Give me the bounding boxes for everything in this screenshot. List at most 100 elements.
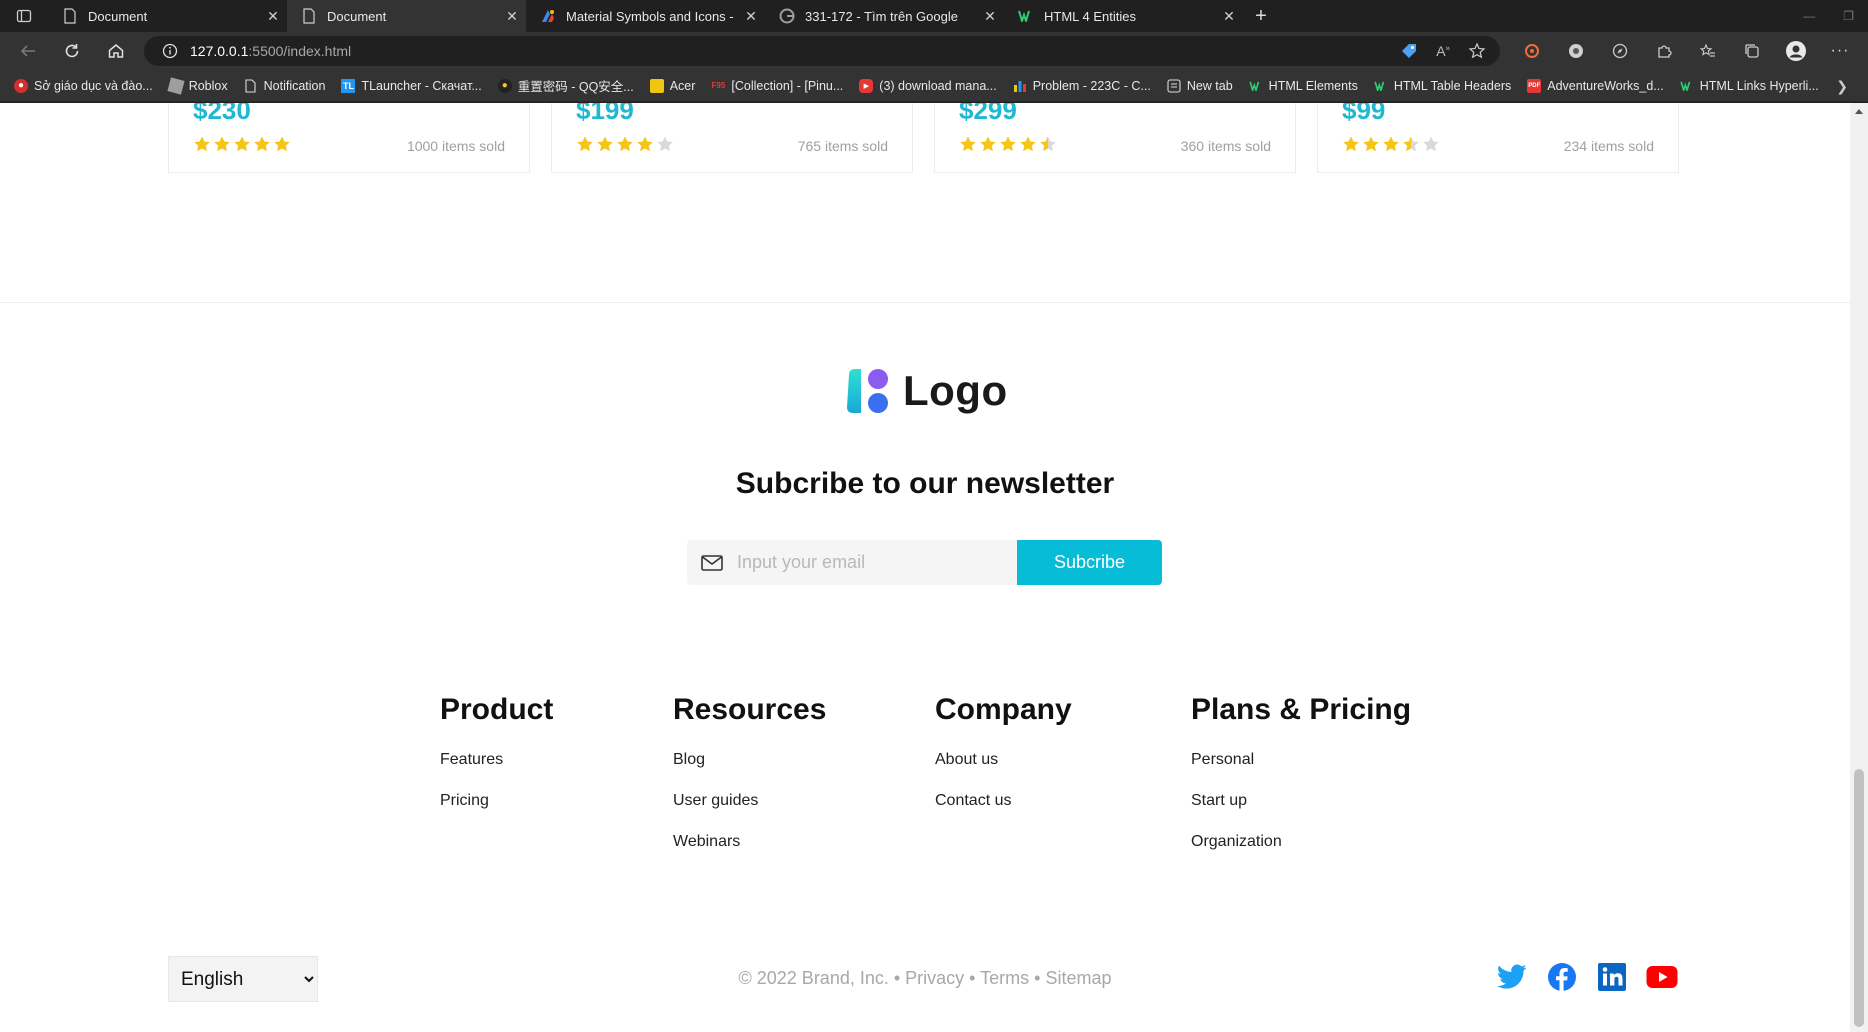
linkedin-link[interactable]	[1596, 961, 1628, 993]
bookmark-label: Acer	[669, 78, 696, 93]
coupon-icon[interactable]	[1400, 42, 1418, 60]
bookmark-label: AdventureWorks_d...	[1547, 78, 1664, 93]
bookmark-item[interactable]: Notification	[244, 79, 325, 93]
bookmark-item[interactable]: TL TLauncher - Скачат...	[341, 78, 482, 93]
tab-google-search[interactable]: 331-172 - Tìm trên Google ✕	[765, 0, 1004, 32]
footer-link-personal[interactable]: Personal	[1191, 751, 1411, 792]
address-bar-icons: A»	[1400, 36, 1486, 66]
tab-actions-button[interactable]	[0, 0, 48, 32]
bookmark-item[interactable]: F95 [Collection] - [Pinu...	[711, 78, 844, 93]
close-icon[interactable]: ✕	[976, 2, 1004, 30]
footer-link-start-up[interactable]: Start up	[1191, 792, 1411, 833]
star-full-icon	[254, 136, 270, 152]
footer-link-user-guides[interactable]: User guides	[673, 792, 826, 833]
rating-stars	[193, 135, 291, 153]
extension-button[interactable]	[1554, 32, 1598, 70]
settings-more-button[interactable]: ···	[1818, 32, 1862, 70]
footer-col-title: Company	[935, 693, 1072, 726]
bookmark-item[interactable]: ● Sở giáo dục và đào...	[14, 78, 153, 93]
youtube-icon	[1646, 966, 1678, 988]
bookmark-item[interactable]: Problem - 223C - C...	[1013, 79, 1151, 93]
subscribe-button[interactable]: Subcribe	[1017, 540, 1162, 585]
bookmark-item[interactable]: HTML Table Headers	[1374, 79, 1511, 93]
chevron-right-icon[interactable]: ❯	[1836, 78, 1848, 95]
extension-button[interactable]	[1510, 32, 1554, 70]
footer-link-about-us[interactable]: About us	[935, 751, 1072, 792]
refresh-button[interactable]	[50, 32, 94, 70]
star-full-icon	[1363, 136, 1379, 152]
favorites-button[interactable]	[1686, 32, 1730, 70]
footer-link-pricing[interactable]: Pricing	[440, 792, 553, 833]
extensions-button[interactable]	[1642, 32, 1686, 70]
bookmark-item[interactable]: HTML Links Hyperli...	[1680, 79, 1819, 93]
bookmark-label: HTML Table Headers	[1393, 78, 1512, 93]
email-input[interactable]	[737, 552, 1007, 573]
extension-gray-icon	[1569, 44, 1583, 58]
bookmark-item[interactable]: New tab	[1167, 79, 1233, 93]
close-icon[interactable]: ✕	[498, 2, 526, 30]
mail-icon	[701, 554, 723, 571]
profile-button[interactable]	[1774, 32, 1818, 70]
tab-material-symbols[interactable]: Material Symbols and Icons - Go ✕	[526, 0, 765, 32]
page-icon	[62, 8, 78, 24]
bookmark-item[interactable]: Roblox	[167, 76, 228, 95]
bookmark-item[interactable]: Acer	[649, 78, 696, 93]
twitter-link[interactable]	[1496, 961, 1528, 993]
product-card[interactable]: $199 765 items sold	[551, 103, 913, 173]
tab-document-1[interactable]: Document ✕	[48, 0, 287, 32]
bookmark-item[interactable]: ▶ (3) download mana...	[859, 78, 997, 93]
youtube-link[interactable]	[1646, 961, 1678, 993]
w3-icon	[1374, 79, 1388, 93]
close-icon[interactable]: ✕	[737, 2, 765, 30]
product-cards: $230 1000 items sold $199 765 items sold…	[168, 103, 1680, 173]
facebook-link[interactable]	[1546, 961, 1578, 993]
star-full-icon	[637, 136, 653, 152]
footer-col-plans: Plans & Pricing Personal Start up Organi…	[1191, 693, 1411, 874]
tab-html-entities[interactable]: HTML 4 Entities ✕	[1004, 0, 1243, 32]
product-price: $230	[193, 103, 251, 125]
info-icon[interactable]	[162, 43, 178, 59]
product-card[interactable]: $99 234 items sold	[1317, 103, 1679, 173]
product-card[interactable]: $230 1000 items sold	[168, 103, 530, 173]
scrollbar-thumb[interactable]	[1854, 769, 1864, 1027]
tab-title: HTML 4 Entities	[1044, 8, 1136, 24]
collections-button[interactable]	[1730, 32, 1774, 70]
footer-col-title: Plans & Pricing	[1191, 693, 1412, 726]
email-field-wrap	[687, 540, 1017, 585]
scroll-up-icon[interactable]	[1855, 109, 1863, 114]
favorite-add-icon[interactable]	[1468, 42, 1486, 60]
close-icon[interactable]: ✕	[259, 2, 287, 30]
bookmark-label: New tab	[1186, 78, 1233, 93]
school-icon: ●	[14, 78, 28, 93]
footer-link-contact-us[interactable]: Contact us	[935, 792, 1072, 833]
address-bar[interactable]: 127.0.0.1:5500/index.html A»	[144, 36, 1500, 66]
footer-link-features[interactable]: Features	[440, 751, 553, 792]
home-button[interactable]	[94, 32, 138, 70]
footer-link-blog[interactable]: Blog	[673, 751, 826, 792]
footer-col-resources: Resources Blog User guides Webinars	[673, 693, 826, 874]
bookmark-item[interactable]: PDF AdventureWorks_d...	[1527, 78, 1664, 93]
footer-link-webinars[interactable]: Webinars	[673, 833, 826, 874]
page-scrollbar[interactable]	[1850, 103, 1868, 1032]
minimize-icon[interactable]: —	[1803, 9, 1815, 23]
star-full-icon	[1000, 136, 1016, 152]
tab-document-2[interactable]: Document ✕	[287, 0, 526, 32]
bookmark-label: [Collection] - [Pinu...	[731, 78, 844, 93]
bookmark-label: Problem - 223C - C...	[1032, 78, 1151, 93]
tab-title: 331-172 - Tìm trên Google	[805, 8, 958, 24]
close-icon[interactable]: ✕	[1215, 2, 1243, 30]
bookmark-item[interactable]: HTML Elements	[1249, 79, 1358, 93]
back-button[interactable]	[6, 32, 50, 70]
footer-link-organization[interactable]: Organization	[1191, 833, 1411, 874]
star-full-icon	[1383, 136, 1399, 152]
product-card[interactable]: $299 360 items sold	[934, 103, 1296, 173]
footer-logo[interactable]: Logo	[843, 367, 1008, 415]
new-tab-button[interactable]: +	[1243, 0, 1279, 32]
restore-icon[interactable]: ❐	[1843, 9, 1854, 23]
newsletter-form: Subcribe	[687, 540, 1162, 585]
footer-col-title: Resources	[673, 693, 827, 726]
extension-button[interactable]	[1598, 32, 1642, 70]
read-aloud-icon[interactable]: A»	[1436, 43, 1450, 59]
tab-title: Document	[88, 8, 148, 24]
bookmark-item[interactable]: ● 重置密码 - QQ安全...	[497, 76, 634, 95]
